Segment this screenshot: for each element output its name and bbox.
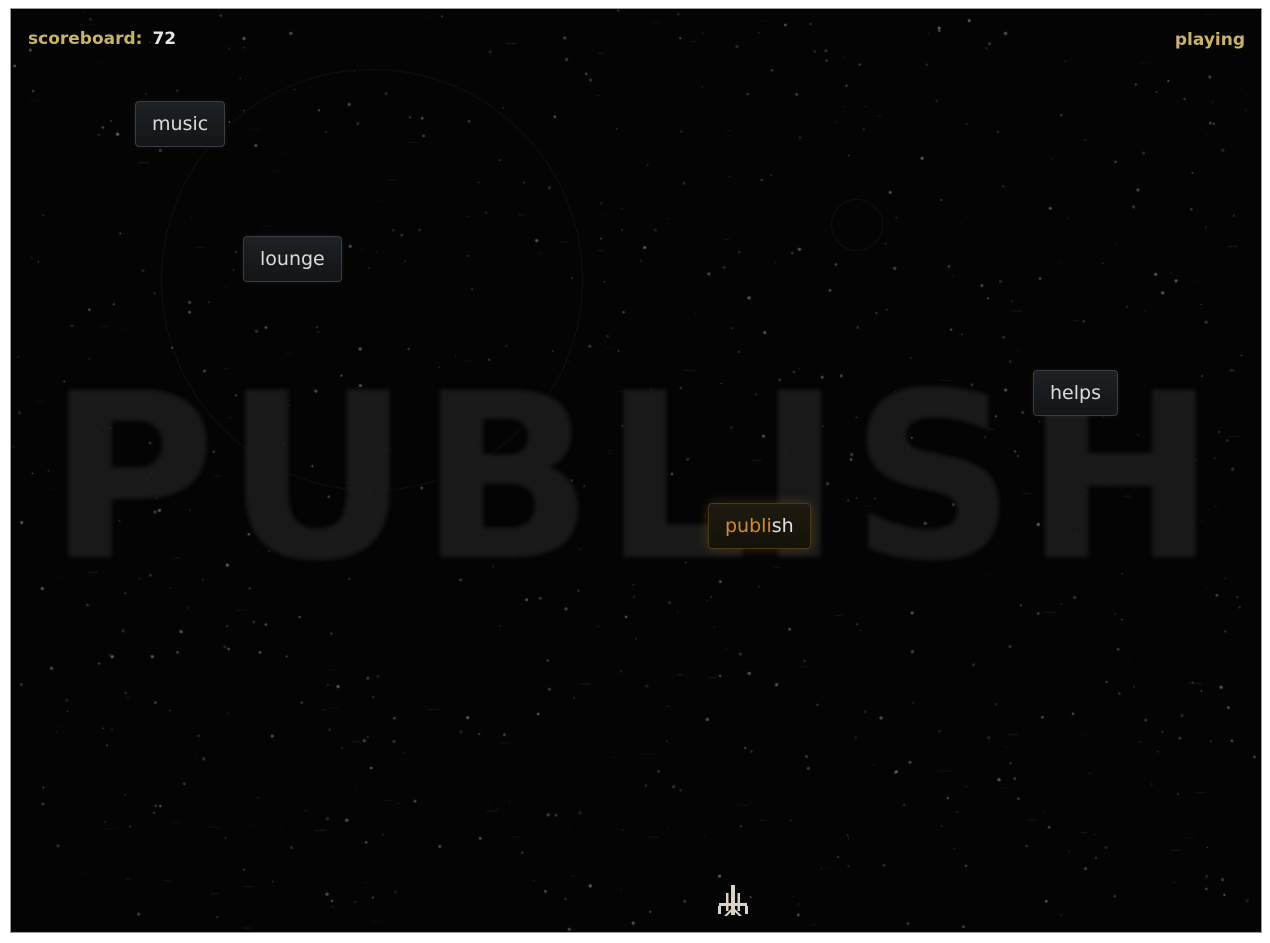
ship-icon xyxy=(718,885,748,916)
falling-word-music[interactable]: music xyxy=(135,101,226,147)
scoreboard: scoreboard: 72 xyxy=(28,29,176,49)
typed-letters: publi xyxy=(725,515,772,537)
game-canvas[interactable]: PUBLISH scoreboard: 72 playing music loun… xyxy=(10,8,1262,933)
falling-word-lounge[interactable]: lounge xyxy=(243,236,342,282)
remaining-letters: sh xyxy=(771,515,794,537)
background-moon-outline xyxy=(831,199,883,251)
scoreboard-value: 72 xyxy=(152,29,177,49)
game-status: playing xyxy=(1174,30,1245,50)
falling-word-publish-active[interactable]: publish xyxy=(708,503,811,549)
scoreboard-label: scoreboard: xyxy=(28,29,143,49)
word-text: music xyxy=(152,113,209,135)
word-text: lounge xyxy=(260,248,325,270)
falling-word-helps[interactable]: helps xyxy=(1033,370,1118,416)
word-text: helps xyxy=(1050,382,1101,404)
